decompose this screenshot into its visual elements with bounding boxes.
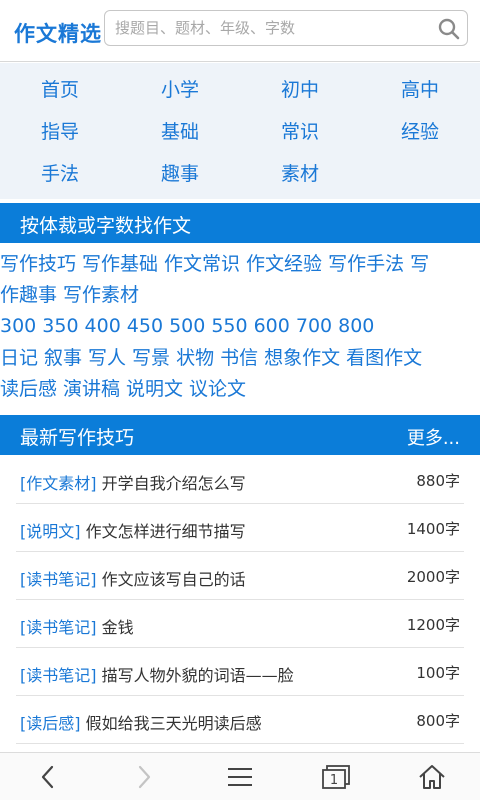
category-line-1: 写作技巧 写作基础 作文常识 作文经验 写作手法写	[0, 248, 480, 280]
genre-link[interactable]: 说明文	[126, 378, 183, 400]
section-header-latest: 最新写作技巧 更多...	[0, 415, 480, 455]
cat-link[interactable]: 写	[410, 253, 429, 275]
tabs-icon: 1	[322, 765, 350, 789]
genre-link[interactable]: 写人	[88, 347, 126, 369]
wordcount-link[interactable]: 450	[127, 315, 163, 337]
nav-item-guide[interactable]: 指导	[0, 111, 120, 153]
cat-link[interactable]: 写作素材	[63, 284, 139, 306]
cat-link[interactable]: 写作技巧	[0, 253, 76, 275]
article-tag[interactable]: [读后感]	[20, 714, 81, 733]
back-button[interactable]	[0, 753, 96, 800]
nav-item-experience[interactable]: 经验	[360, 111, 480, 153]
section-title: 最新写作技巧	[20, 427, 135, 449]
cat-link[interactable]: 作文常识	[164, 253, 240, 275]
article-title[interactable]: 假如给我三天光明读后感	[86, 714, 262, 733]
genre-link[interactable]: 写景	[132, 347, 170, 369]
menu-button[interactable]	[192, 753, 288, 800]
article-row[interactable]: [读书笔记] 作文应该写自己的话 2000字	[16, 552, 464, 600]
article-text: [读书笔记] 描写人物外貌的词语——脸	[20, 662, 294, 686]
article-word-count: 1200字	[406, 616, 460, 634]
nav-item-knowledge[interactable]: 常识	[240, 111, 360, 153]
article-title[interactable]: 描写人物外貌的词语——脸	[102, 666, 294, 685]
more-link[interactable]: 更多...	[407, 424, 460, 450]
search-icon[interactable]	[437, 17, 461, 41]
article-text: [作文素材] 开学自我介绍怎么写	[20, 470, 246, 494]
nav-item-techniques[interactable]: 手法	[0, 153, 120, 195]
wordcount-link[interactable]: 300	[0, 315, 36, 337]
cat-link[interactable]: 写作基础	[82, 253, 158, 275]
menu-icon	[228, 768, 252, 786]
article-word-count: 2000字	[406, 568, 460, 586]
article-row[interactable]: [读书笔记] 描写人物外貌的词语——脸 100字	[16, 648, 464, 696]
cat-link[interactable]: 写作手法	[328, 253, 404, 275]
genre-link[interactable]: 叙事	[44, 347, 82, 369]
article-title[interactable]: 开学自我介绍怎么写	[102, 474, 246, 493]
cat-link[interactable]: 作趣事	[0, 284, 57, 306]
site-logo[interactable]: 作文精选	[14, 18, 102, 48]
nav-item-basics[interactable]: 基础	[120, 111, 240, 153]
search-input[interactable]	[115, 11, 425, 45]
tab-count: 1	[330, 773, 338, 788]
genre-link[interactable]: 演讲稿	[63, 378, 120, 400]
article-word-count: 1400字	[406, 520, 460, 538]
nav-item-materials[interactable]: 素材	[240, 153, 360, 195]
genre-link[interactable]: 想象作文	[264, 347, 340, 369]
nav-item-senior[interactable]: 高中	[360, 69, 480, 111]
article-title[interactable]: 作文怎样进行细节描写	[86, 522, 246, 541]
category-links: 写作技巧 写作基础 作文常识 作文经验 写作手法写 作趣事 写作素材 300 350 400 4…	[0, 248, 480, 408]
tabs-button[interactable]: 1	[288, 753, 384, 800]
nav-item-home[interactable]: 首页	[0, 69, 120, 111]
home-icon	[419, 765, 445, 789]
wordcount-link[interactable]: 350	[42, 315, 78, 337]
article-title[interactable]: 作文应该写自己的话	[102, 570, 246, 589]
nav-item-junior[interactable]: 初中	[240, 69, 360, 111]
cat-link[interactable]: 作文经验	[246, 253, 322, 275]
article-text: [读书笔记] 作文应该写自己的话	[20, 566, 246, 590]
genre-link[interactable]: 状物	[176, 347, 214, 369]
article-tag[interactable]: [读书笔记]	[20, 618, 97, 637]
article-row[interactable]: [作文素材] 开学自我介绍怎么写 880字	[16, 456, 464, 504]
article-title[interactable]: 金钱	[102, 618, 134, 637]
browser-toolbar: 1	[0, 752, 480, 800]
wordcount-link[interactable]: 500	[169, 315, 205, 337]
genre-link[interactable]: 读后感	[0, 378, 57, 400]
section-title: 按体裁或字数找作文	[20, 215, 192, 237]
section-header-find: 按体裁或字数找作文	[0, 203, 480, 243]
article-row[interactable]: [读书笔记] 金钱 1200字	[16, 600, 464, 648]
header: 作文精选	[0, 0, 480, 62]
wordcount-link[interactable]: 400	[85, 315, 121, 337]
nav-item-anecdotes[interactable]: 趣事	[120, 153, 240, 195]
wordcount-link[interactable]: 600	[254, 315, 290, 337]
wordcount-link[interactable]: 550	[211, 315, 247, 337]
genre-link[interactable]: 议论文	[189, 378, 246, 400]
category-nav: 首页 小学 初中 高中 指导 基础 常识 经验 手法 趣事 素材	[0, 63, 480, 199]
back-icon	[41, 765, 54, 789]
article-tag[interactable]: [读书笔记]	[20, 666, 97, 685]
genre-link[interactable]: 看图作文	[346, 347, 422, 369]
genre-link[interactable]: 书信	[220, 347, 258, 369]
article-tag[interactable]: [说明文]	[20, 522, 81, 541]
nav-item-primary[interactable]: 小学	[120, 69, 240, 111]
article-word-count: 800字	[416, 712, 460, 730]
article-text: [读后感] 假如给我三天光明读后感	[20, 710, 262, 734]
article-text: [读书笔记] 金钱	[20, 614, 134, 638]
home-button[interactable]	[384, 753, 480, 800]
search-box[interactable]	[104, 10, 468, 46]
category-line-2: 作趣事 写作素材	[0, 279, 480, 311]
forward-button[interactable]	[96, 753, 192, 800]
article-tag[interactable]: [作文素材]	[20, 474, 97, 493]
article-text: [说明文] 作文怎样进行细节描写	[20, 518, 246, 542]
forward-icon	[138, 765, 151, 789]
article-row[interactable]: [读后感] 假如给我三天光明读后感 800字	[16, 696, 464, 744]
category-line-genre-2: 读后感 演讲稿 说明文 议论文	[0, 373, 480, 405]
article-word-count: 880字	[416, 472, 460, 490]
wordcount-link[interactable]: 800	[338, 315, 374, 337]
article-word-count: 100字	[416, 664, 460, 682]
article-tag[interactable]: [读书笔记]	[20, 570, 97, 589]
wordcount-link[interactable]: 700	[296, 315, 332, 337]
genre-link[interactable]: 日记	[0, 347, 38, 369]
category-line-genre: 日记 叙事 写人 写景 状物 书信 想象作文 看图作文	[0, 342, 480, 374]
article-row[interactable]: [说明文] 作文怎样进行细节描写 1400字	[16, 504, 464, 552]
category-line-wordcount: 300 350 400 450 500 550 600 700 800	[0, 310, 480, 342]
